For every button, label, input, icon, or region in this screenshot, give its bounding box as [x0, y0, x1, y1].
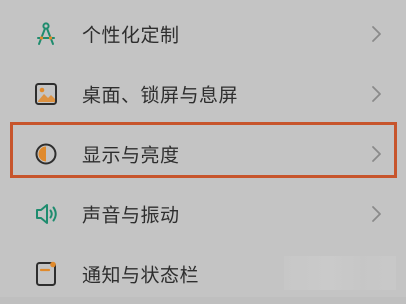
settings-item-label: 通知与状态栏 [82, 264, 200, 287]
settings-item-label: 个性化定制 [82, 24, 180, 47]
notification-icon [31, 259, 61, 289]
watermark [284, 256, 396, 290]
settings-item-personalize[interactable]: 个性化定制 [0, 4, 406, 64]
settings-item-desktop-lockscreen[interactable]: 桌面、锁屏与息屏 [0, 64, 406, 124]
wallpaper-icon [31, 79, 61, 109]
chevron-right-icon [370, 85, 382, 103]
compass-icon [31, 19, 61, 49]
settings-item-display-brightness[interactable]: 显示与亮度 [0, 124, 406, 184]
settings-item-sound-vibration[interactable]: 声音与振动 [0, 184, 406, 244]
chevron-right-icon [370, 145, 382, 163]
speaker-icon [31, 199, 61, 229]
brightness-icon [31, 139, 61, 169]
chevron-right-icon [370, 25, 382, 43]
chevron-right-icon [370, 205, 382, 223]
settings-item-label: 声音与振动 [82, 204, 180, 227]
settings-screen: 个性化定制 桌面、锁屏与息屏 显示与亮度 声音与振动 通知与状态栏 [0, 0, 406, 297]
settings-item-label: 显示与亮度 [82, 144, 180, 167]
settings-item-label: 桌面、锁屏与息屏 [82, 84, 239, 107]
